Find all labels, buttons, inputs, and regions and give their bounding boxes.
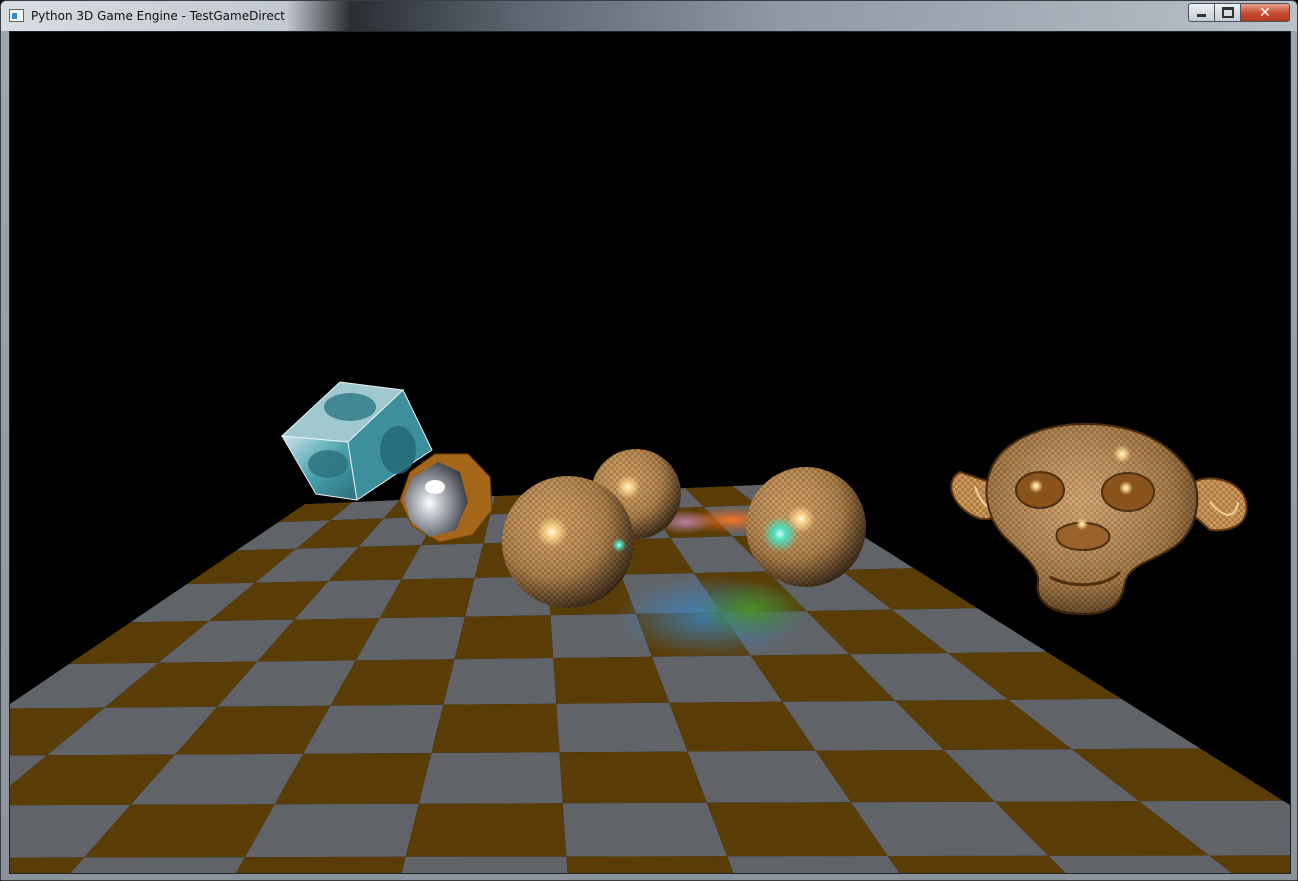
floor-light-green — [694, 579, 810, 639]
floor-tile — [556, 702, 688, 753]
floor-tile — [553, 656, 670, 704]
game-viewport[interactable] — [9, 31, 1291, 874]
floor-tile — [245, 803, 419, 858]
floor-tile — [392, 856, 570, 873]
maximize-button[interactable] — [1214, 3, 1241, 22]
close-icon: ✕ — [1259, 4, 1271, 21]
floor-tile — [566, 856, 748, 873]
close-button[interactable]: ✕ — [1240, 3, 1290, 22]
minimize-icon — [1189, 4, 1214, 21]
minimize-button[interactable] — [1188, 3, 1215, 22]
scene-canvas — [10, 381, 1290, 873]
floor-tile — [559, 751, 707, 804]
title-bar[interactable]: Python 3D Game Engine - TestGameDirect ✕ — [1, 1, 1297, 31]
floor-tile — [454, 615, 554, 660]
checker-sphere-right — [746, 467, 866, 587]
checker-sphere-left — [502, 476, 634, 608]
app-window: Python 3D Game Engine - TestGameDirect ✕ — [0, 0, 1298, 881]
window-title: Python 3D Game Engine - TestGameDirect — [31, 9, 286, 23]
maximize-icon — [1215, 4, 1240, 21]
window-app-icon[interactable] — [9, 9, 24, 22]
floor-tile — [418, 752, 563, 804]
floor-tile — [405, 803, 567, 857]
floor-tile — [443, 658, 557, 705]
floor-tile — [562, 802, 728, 857]
floor-tile — [431, 703, 560, 753]
monkey-head — [950, 422, 1248, 616]
